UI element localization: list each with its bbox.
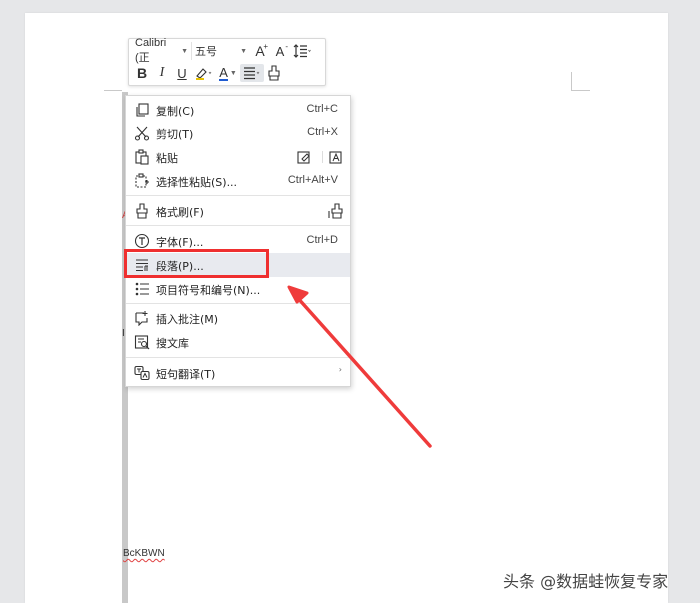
- watermark-text: 头条 @数据蛙恢复专家: [503, 572, 669, 591]
- annotation-arrow: [287, 285, 432, 448]
